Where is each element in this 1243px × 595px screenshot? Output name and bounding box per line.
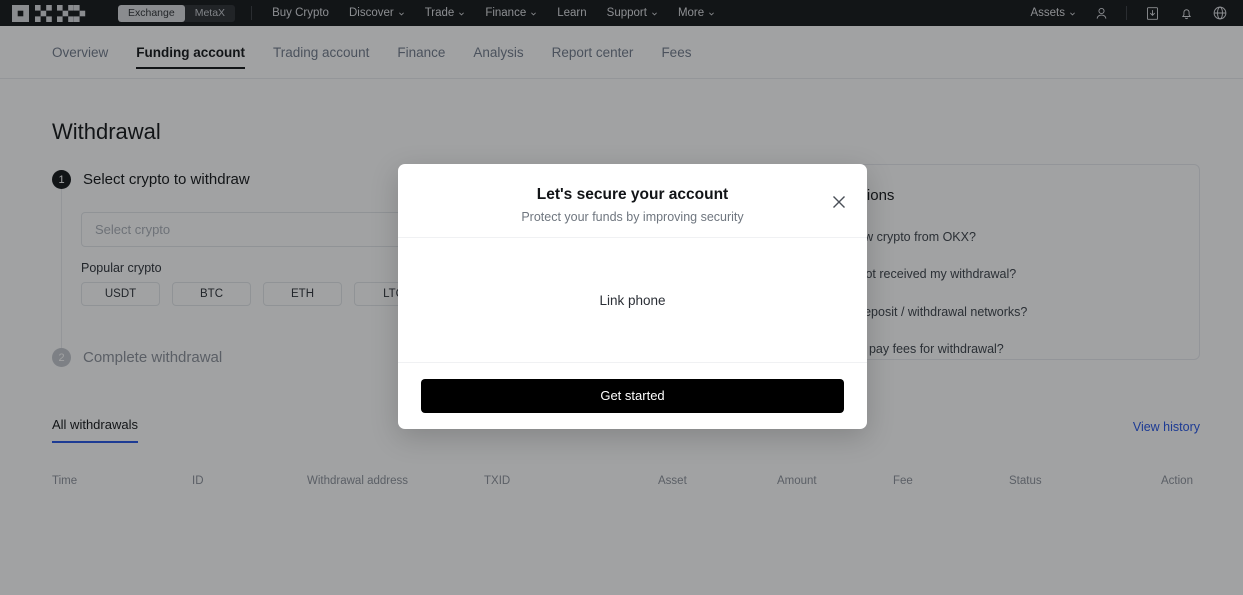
secure-account-modal: Let's secure your account Protect your f… <box>398 164 867 429</box>
close-icon[interactable] <box>829 192 849 212</box>
modal-footer: Get started <box>398 363 867 428</box>
modal-header: Let's secure your account Protect your f… <box>398 164 867 238</box>
link-phone-option[interactable]: Link phone <box>599 293 665 308</box>
modal-title: Let's secure your account <box>398 164 867 204</box>
app-root: Exchange MetaX Buy Crypto Discover Trade… <box>0 0 1243 595</box>
get-started-button[interactable]: Get started <box>421 379 844 413</box>
modal-subtitle: Protect your funds by improving security <box>398 204 867 224</box>
modal-body: Link phone <box>398 238 867 363</box>
